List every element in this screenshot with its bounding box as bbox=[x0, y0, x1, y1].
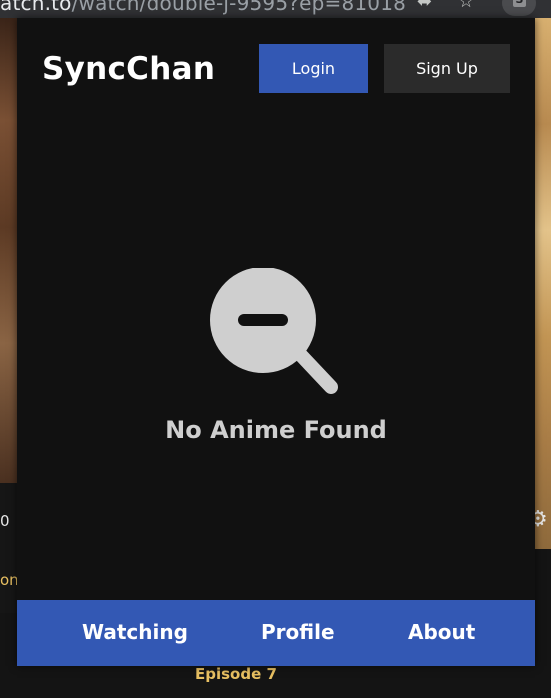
signup-button[interactable]: Sign Up bbox=[384, 44, 510, 93]
extension-badge-label: S bbox=[513, 0, 526, 7]
app-logo: SyncChan bbox=[42, 51, 216, 87]
star-icon[interactable]: ☆ bbox=[458, 0, 474, 12]
background-video-thumbnail-left bbox=[0, 18, 17, 483]
address-bar[interactable]: atch.to/watch/double-j-9595?ep=81018 bbox=[0, 0, 406, 15]
bottom-navigation: Watching Profile About bbox=[17, 600, 535, 666]
background-text-fragment: 0 bbox=[0, 512, 10, 530]
login-button[interactable]: Login bbox=[259, 44, 368, 93]
empty-state: No Anime Found bbox=[17, 268, 535, 458]
nav-about[interactable]: About bbox=[408, 620, 475, 644]
background-video-thumbnail-right bbox=[535, 18, 551, 549]
background-page-left-panel bbox=[0, 483, 17, 613]
episode-label[interactable]: Episode 7 bbox=[195, 665, 277, 683]
syncchan-popup: SyncChan Login Sign Up No Anime Found Wa… bbox=[17, 18, 535, 666]
search-minus-icon bbox=[210, 268, 338, 394]
popup-header: SyncChan Login Sign Up bbox=[17, 18, 535, 118]
share-icon[interactable]: ⬌ bbox=[417, 0, 432, 12]
empty-state-message: No Anime Found bbox=[165, 416, 387, 444]
url-path: /watch/double-j-9595?ep=81018 bbox=[71, 0, 407, 15]
extension-button[interactable]: S bbox=[502, 0, 536, 16]
browser-toolbar: atch.to/watch/double-j-9595?ep=81018 ⬌ ☆… bbox=[0, 0, 551, 18]
nav-profile[interactable]: Profile bbox=[261, 620, 335, 644]
url-domain: atch.to bbox=[0, 0, 72, 15]
background-text-fragment: on bbox=[0, 571, 19, 589]
nav-watching[interactable]: Watching bbox=[82, 620, 188, 644]
